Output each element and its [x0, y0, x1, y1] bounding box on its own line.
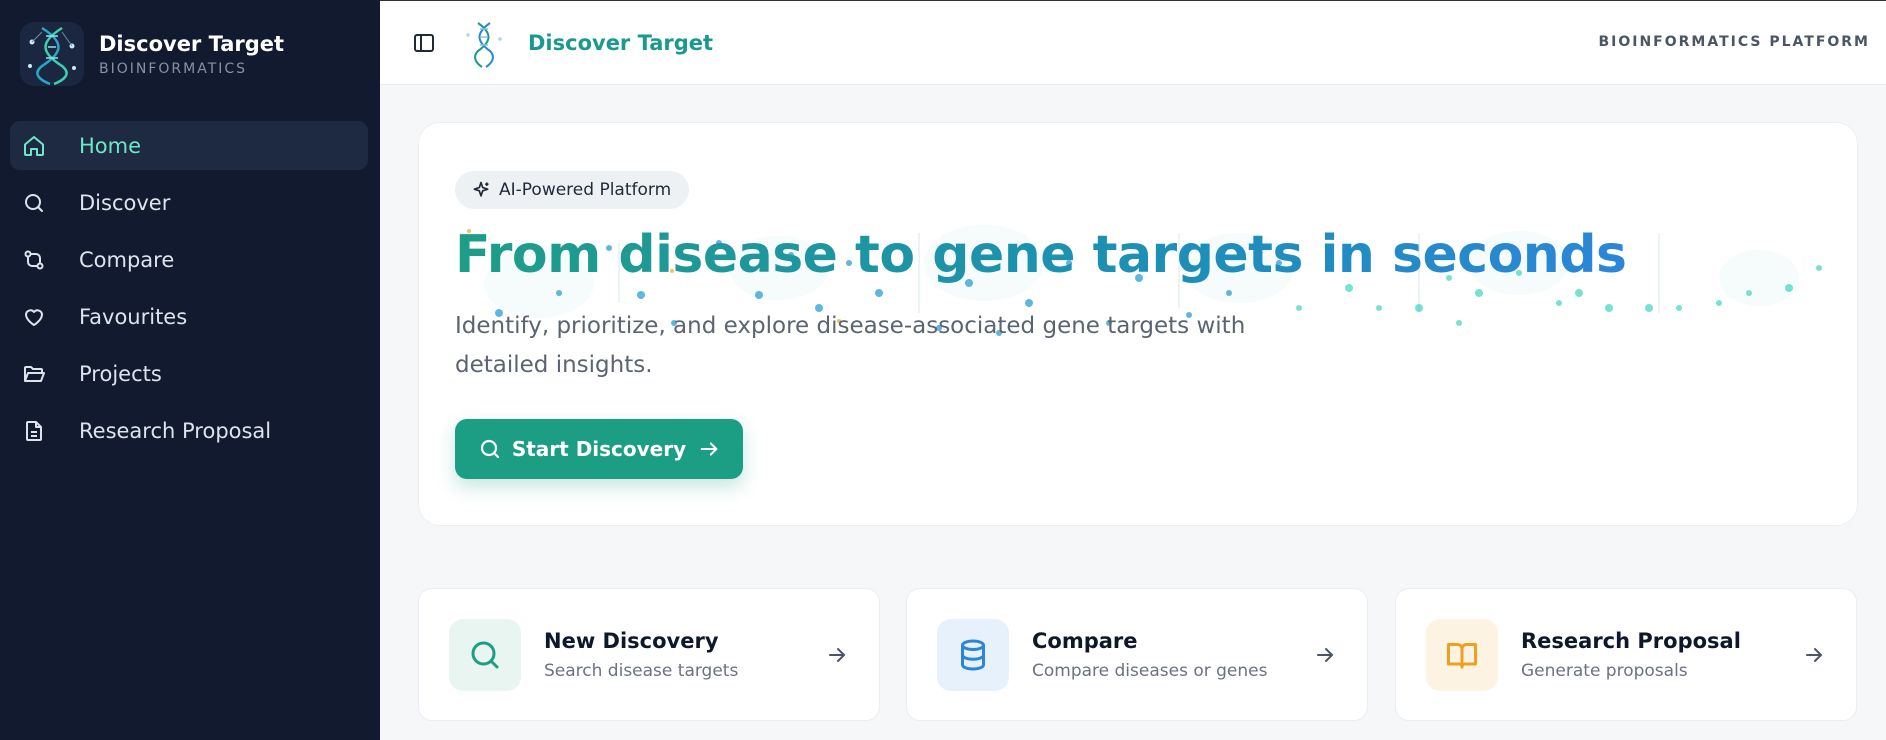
sidebar-item-compare[interactable]: Compare	[10, 235, 368, 284]
arrow-right-icon	[1802, 643, 1826, 667]
card-subtitle: Generate proposals	[1521, 661, 1688, 681]
search-icon	[449, 619, 521, 691]
sidebar-item-label: Favourites	[79, 304, 188, 329]
start-discovery-label: Start Discovery	[511, 437, 687, 461]
start-discovery-button[interactable]: Start Discovery	[455, 419, 743, 479]
header-title[interactable]: Discover Target	[528, 31, 713, 55]
card-research-proposal[interactable]: Research Proposal Generate proposals	[1395, 588, 1857, 721]
hero-title: From disease to gene targets in seconds	[455, 225, 1627, 285]
heart-icon	[22, 305, 46, 329]
search-icon	[478, 437, 502, 461]
header-platform-label: BIOINFORMATICS PLATFORM	[1598, 34, 1870, 50]
sidebar-item-favourites[interactable]: Favourites	[10, 292, 368, 341]
folder-open-icon	[22, 362, 46, 386]
ai-platform-badge: AI-Powered Platform	[455, 171, 690, 209]
sidebar-item-research-proposal[interactable]: Research Proposal	[10, 406, 368, 455]
card-title: New Discovery	[544, 629, 719, 653]
dna-logo-icon	[460, 19, 508, 69]
sidebar-item-projects[interactable]: Projects	[10, 349, 368, 398]
card-title: Compare	[1032, 629, 1138, 653]
card-subtitle: Compare diseases or genes	[1032, 661, 1268, 681]
sidebar-toggle-icon[interactable]	[412, 31, 436, 55]
sparkles-icon	[471, 180, 491, 200]
sidebar: Discover Target BIOINFORMATICS Home Disc…	[0, 0, 380, 740]
sidebar-nav: Home Discover Compare Favourites Project…	[10, 121, 368, 463]
sidebar-item-discover[interactable]: Discover	[10, 178, 368, 227]
sidebar-item-label: Home	[79, 133, 142, 158]
top-bar: Discover Target BIOINFORMATICS PLATFORM	[380, 0, 1886, 85]
brand[interactable]: Discover Target BIOINFORMATICS	[20, 22, 284, 86]
arrow-right-icon	[825, 643, 849, 667]
card-new-discovery[interactable]: New Discovery Search disease targets	[418, 588, 880, 721]
hero-description: Identify, prioritize, and explore diseas…	[455, 313, 1246, 378]
arrow-right-icon	[698, 438, 720, 460]
card-compare[interactable]: Compare Compare diseases or genes	[906, 588, 1368, 721]
book-open-icon	[1426, 619, 1498, 691]
brand-subtitle: BIOINFORMATICS	[99, 61, 248, 77]
card-title: Research Proposal	[1521, 629, 1741, 653]
search-icon	[22, 191, 46, 215]
brand-title: Discover Target	[99, 32, 285, 56]
arrow-right-icon	[1313, 643, 1337, 667]
sidebar-item-home[interactable]: Home	[10, 121, 368, 170]
sidebar-item-label: Discover	[79, 190, 171, 215]
git-compare-icon	[22, 248, 46, 272]
card-subtitle: Search disease targets	[544, 661, 739, 681]
sidebar-item-label: Research Proposal	[79, 418, 272, 443]
hero-card: AI-Powered Platform From disease to gene…	[418, 122, 1858, 526]
database-icon	[937, 619, 1009, 691]
badge-label: AI-Powered Platform	[499, 180, 672, 200]
file-text-icon	[22, 419, 46, 443]
sidebar-item-label: Projects	[79, 361, 162, 386]
home-icon	[22, 134, 46, 158]
dna-logo-icon	[20, 22, 84, 86]
sidebar-item-label: Compare	[79, 247, 175, 272]
